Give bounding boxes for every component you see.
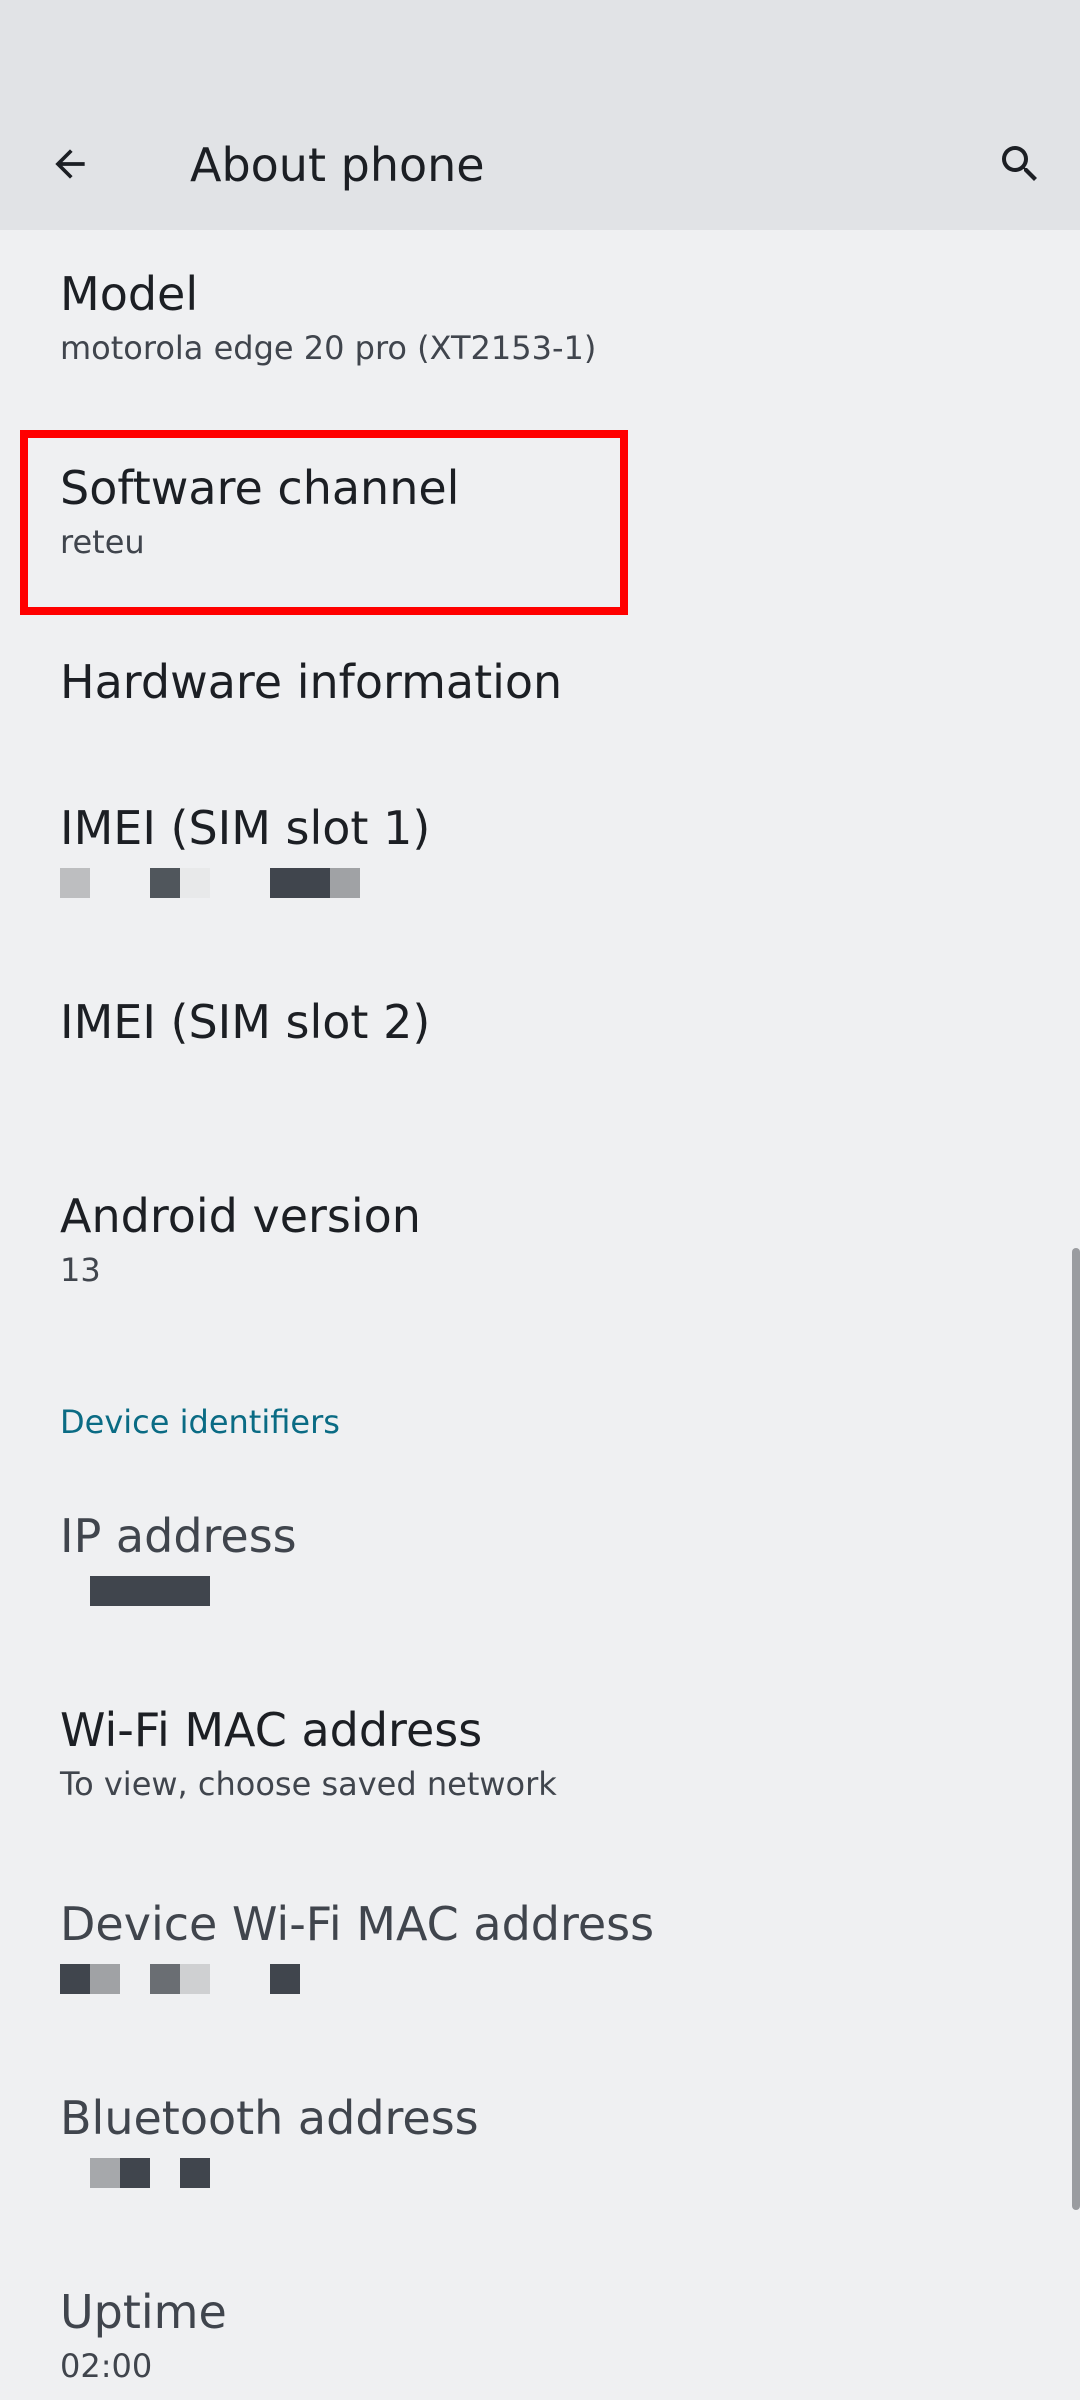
wifi-mac-title: Wi-Fi MAC address: [60, 1703, 483, 1757]
android-version-summary: 13: [60, 1251, 101, 1289]
ip-address-redacted: [60, 1576, 1020, 1608]
device-identifiers-header: Device identifiers: [60, 1403, 340, 1441]
ip-address-title: IP address: [60, 1509, 297, 1563]
imei-slot1-title: IMEI (SIM slot 1): [60, 801, 431, 855]
imei-slot2-item[interactable]: IMEI (SIM slot 2): [60, 992, 1020, 1052]
software-channel-summary: reteu: [60, 523, 145, 561]
bluetooth-address-item: Bluetooth address: [60, 2088, 1020, 2190]
bluetooth-address-title: Bluetooth address: [60, 2091, 479, 2145]
android-version-item[interactable]: Android version 13: [60, 1186, 1020, 1292]
imei-slot1-item[interactable]: IMEI (SIM slot 1): [60, 798, 1020, 900]
status-bar: [0, 0, 1080, 90]
software-channel-title: Software channel: [60, 461, 460, 515]
scrollbar[interactable]: [1072, 1248, 1080, 2210]
device-wifi-mac-redacted: [60, 1964, 1020, 1996]
bluetooth-address-redacted: [60, 2158, 1020, 2190]
back-button[interactable]: [30, 124, 110, 204]
imei-slot1-redacted: [60, 868, 1020, 900]
model-summary: motorola edge 20 pro (XT2153-1): [60, 329, 597, 367]
page-title: About phone: [190, 138, 485, 192]
uptime-summary: 02:00: [60, 2347, 153, 2385]
search-button[interactable]: [980, 124, 1060, 204]
software-channel-item[interactable]: Software channel reteu: [60, 458, 1020, 564]
hardware-information-title: Hardware information: [60, 655, 563, 709]
android-version-title: Android version: [60, 1189, 421, 1243]
uptime-item: Uptime 02:00: [60, 2282, 1020, 2388]
search-icon: [1002, 146, 1037, 181]
settings-list: Model motorola edge 20 pro (XT2153-1) So…: [0, 230, 1080, 2400]
imei-slot2-title: IMEI (SIM slot 2): [60, 995, 431, 1049]
wifi-mac-item[interactable]: Wi-Fi MAC address To view, choose saved …: [60, 1700, 1020, 1806]
device-wifi-mac-item: Device Wi-Fi MAC address: [60, 1894, 1020, 1996]
model-item[interactable]: Model motorola edge 20 pro (XT2153-1): [60, 264, 1020, 370]
wifi-mac-summary: To view, choose saved network: [60, 1765, 557, 1803]
hardware-information-item[interactable]: Hardware information: [60, 652, 1020, 712]
device-wifi-mac-title: Device Wi-Fi MAC address: [60, 1897, 655, 1951]
arrow-left-icon: [55, 149, 85, 179]
ip-address-item: IP address: [60, 1506, 1020, 1608]
app-bar: About phone: [0, 90, 1080, 230]
uptime-title: Uptime: [60, 2285, 227, 2339]
model-title: Model: [60, 267, 199, 321]
